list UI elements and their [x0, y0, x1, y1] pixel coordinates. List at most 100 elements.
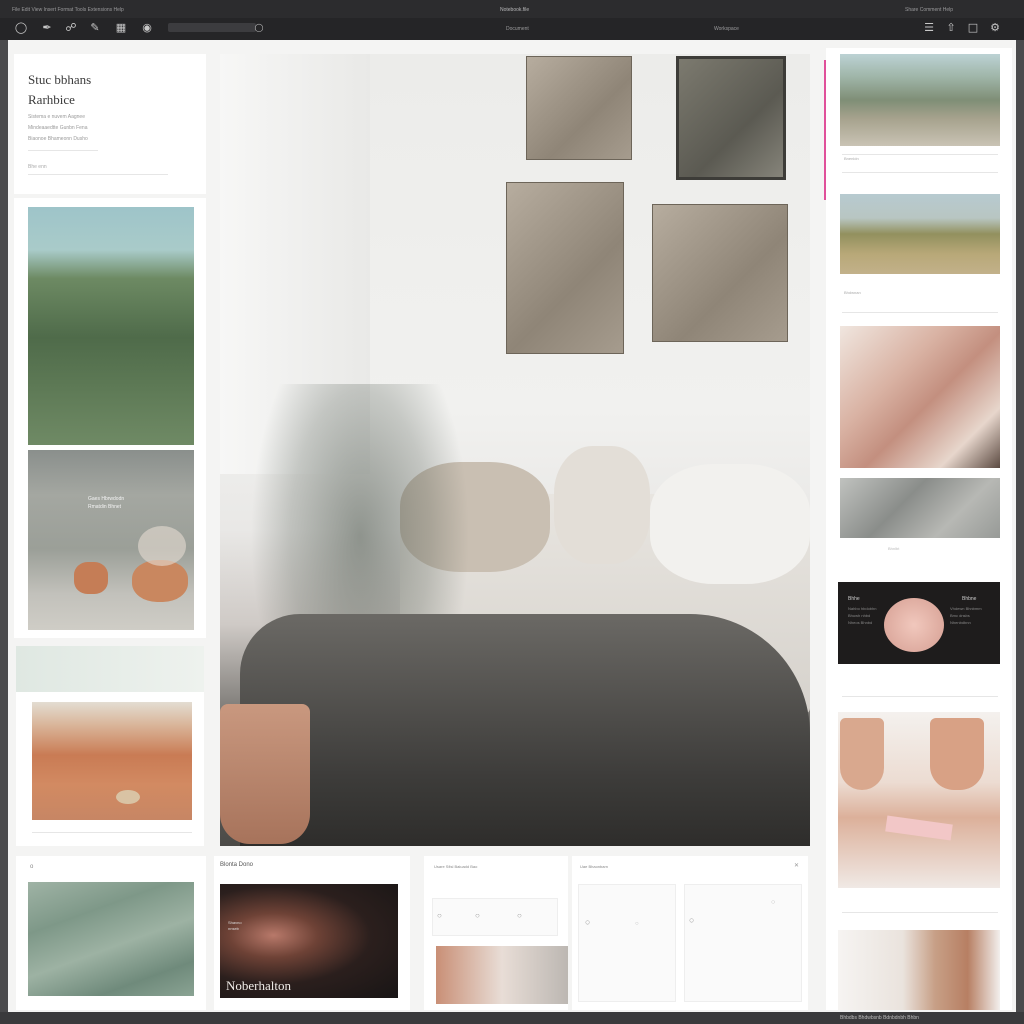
gallery-photo: [436, 946, 568, 1004]
glass-globe: [138, 526, 186, 566]
vase: [840, 718, 884, 790]
planter: [220, 704, 310, 844]
divider: [32, 832, 192, 833]
refresh-icon[interactable]: ◯: [252, 21, 266, 35]
gallery-thumb[interactable]: ○ ○: [684, 884, 802, 1002]
album-title: Noberhalton: [226, 978, 291, 993]
comment-icon[interactable]: □: [966, 21, 980, 35]
top-bar: File Edit View Insert Format Tools Exten…: [0, 0, 1024, 40]
close-icon[interactable]: ✕: [794, 862, 799, 869]
tab-workspace[interactable]: Workspace: [714, 26, 739, 32]
menu-row: File Edit View Insert Format Tools Exten…: [0, 0, 1024, 18]
gallery-thumb-row[interactable]: ○ ○ ○: [432, 898, 558, 936]
input-underline[interactable]: [28, 174, 168, 175]
eye-icon[interactable]: ◉: [140, 21, 154, 35]
bottom-card-album: Blonta Dono Shavno nnseb Noberhalton: [214, 856, 410, 1010]
savanna-image: [840, 194, 1000, 274]
gallery-header-1: Usare Sfisl Baiuadd Bao: [434, 864, 478, 869]
status-text: Bhbdbs Bhdwbsnb Bdnbdnbh Bhbn: [840, 1015, 919, 1021]
album-sub-line: nnseb: [228, 926, 239, 931]
pink-bar: [885, 815, 953, 841]
meta-line-1: Sistema e nuvem Aagnee: [28, 114, 85, 120]
menu-icon[interactable]: ☰: [922, 21, 936, 35]
dot-icon: ○: [635, 921, 639, 927]
link-icon[interactable]: ☍: [64, 21, 78, 35]
clay-pot: [132, 560, 188, 602]
left-heading-1: Stuc bbhans: [28, 72, 92, 87]
pen-icon[interactable]: ✒: [40, 21, 54, 35]
right-controls[interactable]: Share Comment Help: [905, 7, 953, 13]
address-field[interactable]: [168, 23, 256, 32]
vase: [930, 718, 984, 790]
small-label: o: [30, 864, 34, 870]
album-card-title: Blonta Dono: [220, 862, 254, 868]
gallery-card-1: Usare Sfisl Baiuadd Bao ○ ○ ○: [424, 856, 568, 1010]
right-label-3: Bhnlbt: [888, 546, 900, 551]
wall-art: [526, 56, 632, 160]
gallery-card-2: Uae Bhaonbarn ✕ ○ ○ ○ ○: [572, 856, 808, 1010]
desert-card: [16, 646, 204, 846]
cushion: [650, 464, 810, 584]
divider: [842, 312, 998, 313]
texture-image: [840, 478, 1000, 538]
product-right-title: Bhbne: [962, 596, 977, 602]
divider: [842, 912, 998, 913]
blanket: [240, 614, 810, 846]
divider: [842, 696, 998, 697]
field-label: Bhe enn: [28, 164, 47, 170]
forest-path-image: [840, 54, 1000, 146]
caption-line-2: Rmatdin Bhnet: [88, 504, 122, 510]
divider: [28, 150, 98, 151]
wall-art: [652, 204, 788, 342]
dot-icon: ○: [771, 899, 776, 906]
clay-pot: [74, 562, 108, 594]
share-icon[interactable]: ⇧: [944, 21, 958, 35]
seaweed-image: [28, 882, 194, 996]
dot-icon: ○: [437, 911, 442, 920]
right-label-1: Bnenldn: [844, 156, 859, 161]
divider: [842, 172, 998, 173]
forest-image: [28, 207, 194, 445]
product-left-line: Bhuwh nhbd: [848, 613, 871, 618]
pastry-tray-image: [840, 326, 1000, 468]
dot-icon: ○: [585, 917, 591, 927]
wall-art: [506, 182, 624, 354]
dot-icon: ○: [517, 911, 522, 920]
cushion: [554, 446, 650, 564]
window-title: Notebook.file: [500, 7, 530, 13]
gallery-header-2: Uae Bhaonbarn: [580, 864, 609, 869]
right-label-2: Bhdwnan: [844, 290, 861, 295]
terracotta-vase-image: [838, 930, 1000, 1010]
album-sub-line: Shavno: [228, 920, 242, 925]
product-right-line: Nhenbdbnn: [950, 620, 971, 625]
grid-icon[interactable]: ▦: [114, 21, 128, 35]
portrait-image[interactable]: Shavno nnseb Noberhalton: [220, 884, 398, 998]
wall-art: [676, 56, 786, 180]
misty-pots-image: Gaes Hbrwdodn Rmatdin Bhnet: [28, 450, 194, 630]
ceramic-vases-image: [838, 712, 1000, 888]
product-right-line: Bmc dnsbs: [950, 613, 970, 618]
dot-icon: ○: [475, 911, 480, 920]
desert-image: [32, 702, 192, 820]
tab-document[interactable]: Document: [506, 26, 529, 32]
meta-line-3: Biaonoe Bhameonn Dusho: [28, 136, 88, 142]
bottom-card-seaweed: o: [16, 856, 206, 1010]
meta-line-2: Mindeaaedtte Gunbn Fena: [28, 125, 88, 131]
settings-icon[interactable]: ⚙: [988, 21, 1002, 35]
paint-icon[interactable]: ✎: [88, 21, 102, 35]
card-banner: [16, 646, 204, 692]
product-card[interactable]: Bhhe Nahbo hbdobhn Bhuwh nhbd Nheos Bhnb…: [838, 582, 1000, 664]
blush-compact: [884, 598, 944, 652]
hero-image-living-room: [220, 54, 810, 846]
rock: [116, 790, 140, 804]
product-left-line: Nheos Bhnbd: [848, 620, 873, 625]
status-bar: Bhbdbs Bhdwbsnb Bdnbdnbh Bhbn: [0, 1012, 1024, 1024]
divider: [842, 154, 998, 155]
gallery-thumb[interactable]: ○ ○: [578, 884, 676, 1002]
circle-icon[interactable]: ◯: [14, 21, 28, 35]
dot-icon: ○: [689, 915, 695, 925]
left-info-panel: Stuc bbhans Rarhbice Sistema e nuvem Aag…: [14, 54, 206, 194]
menu-bar-text[interactable]: File Edit View Insert Format Tools Exten…: [12, 7, 124, 13]
caption-line-1: Gaes Hbrwdodn: [88, 496, 125, 502]
product-left-title: Bhhe: [848, 596, 860, 602]
